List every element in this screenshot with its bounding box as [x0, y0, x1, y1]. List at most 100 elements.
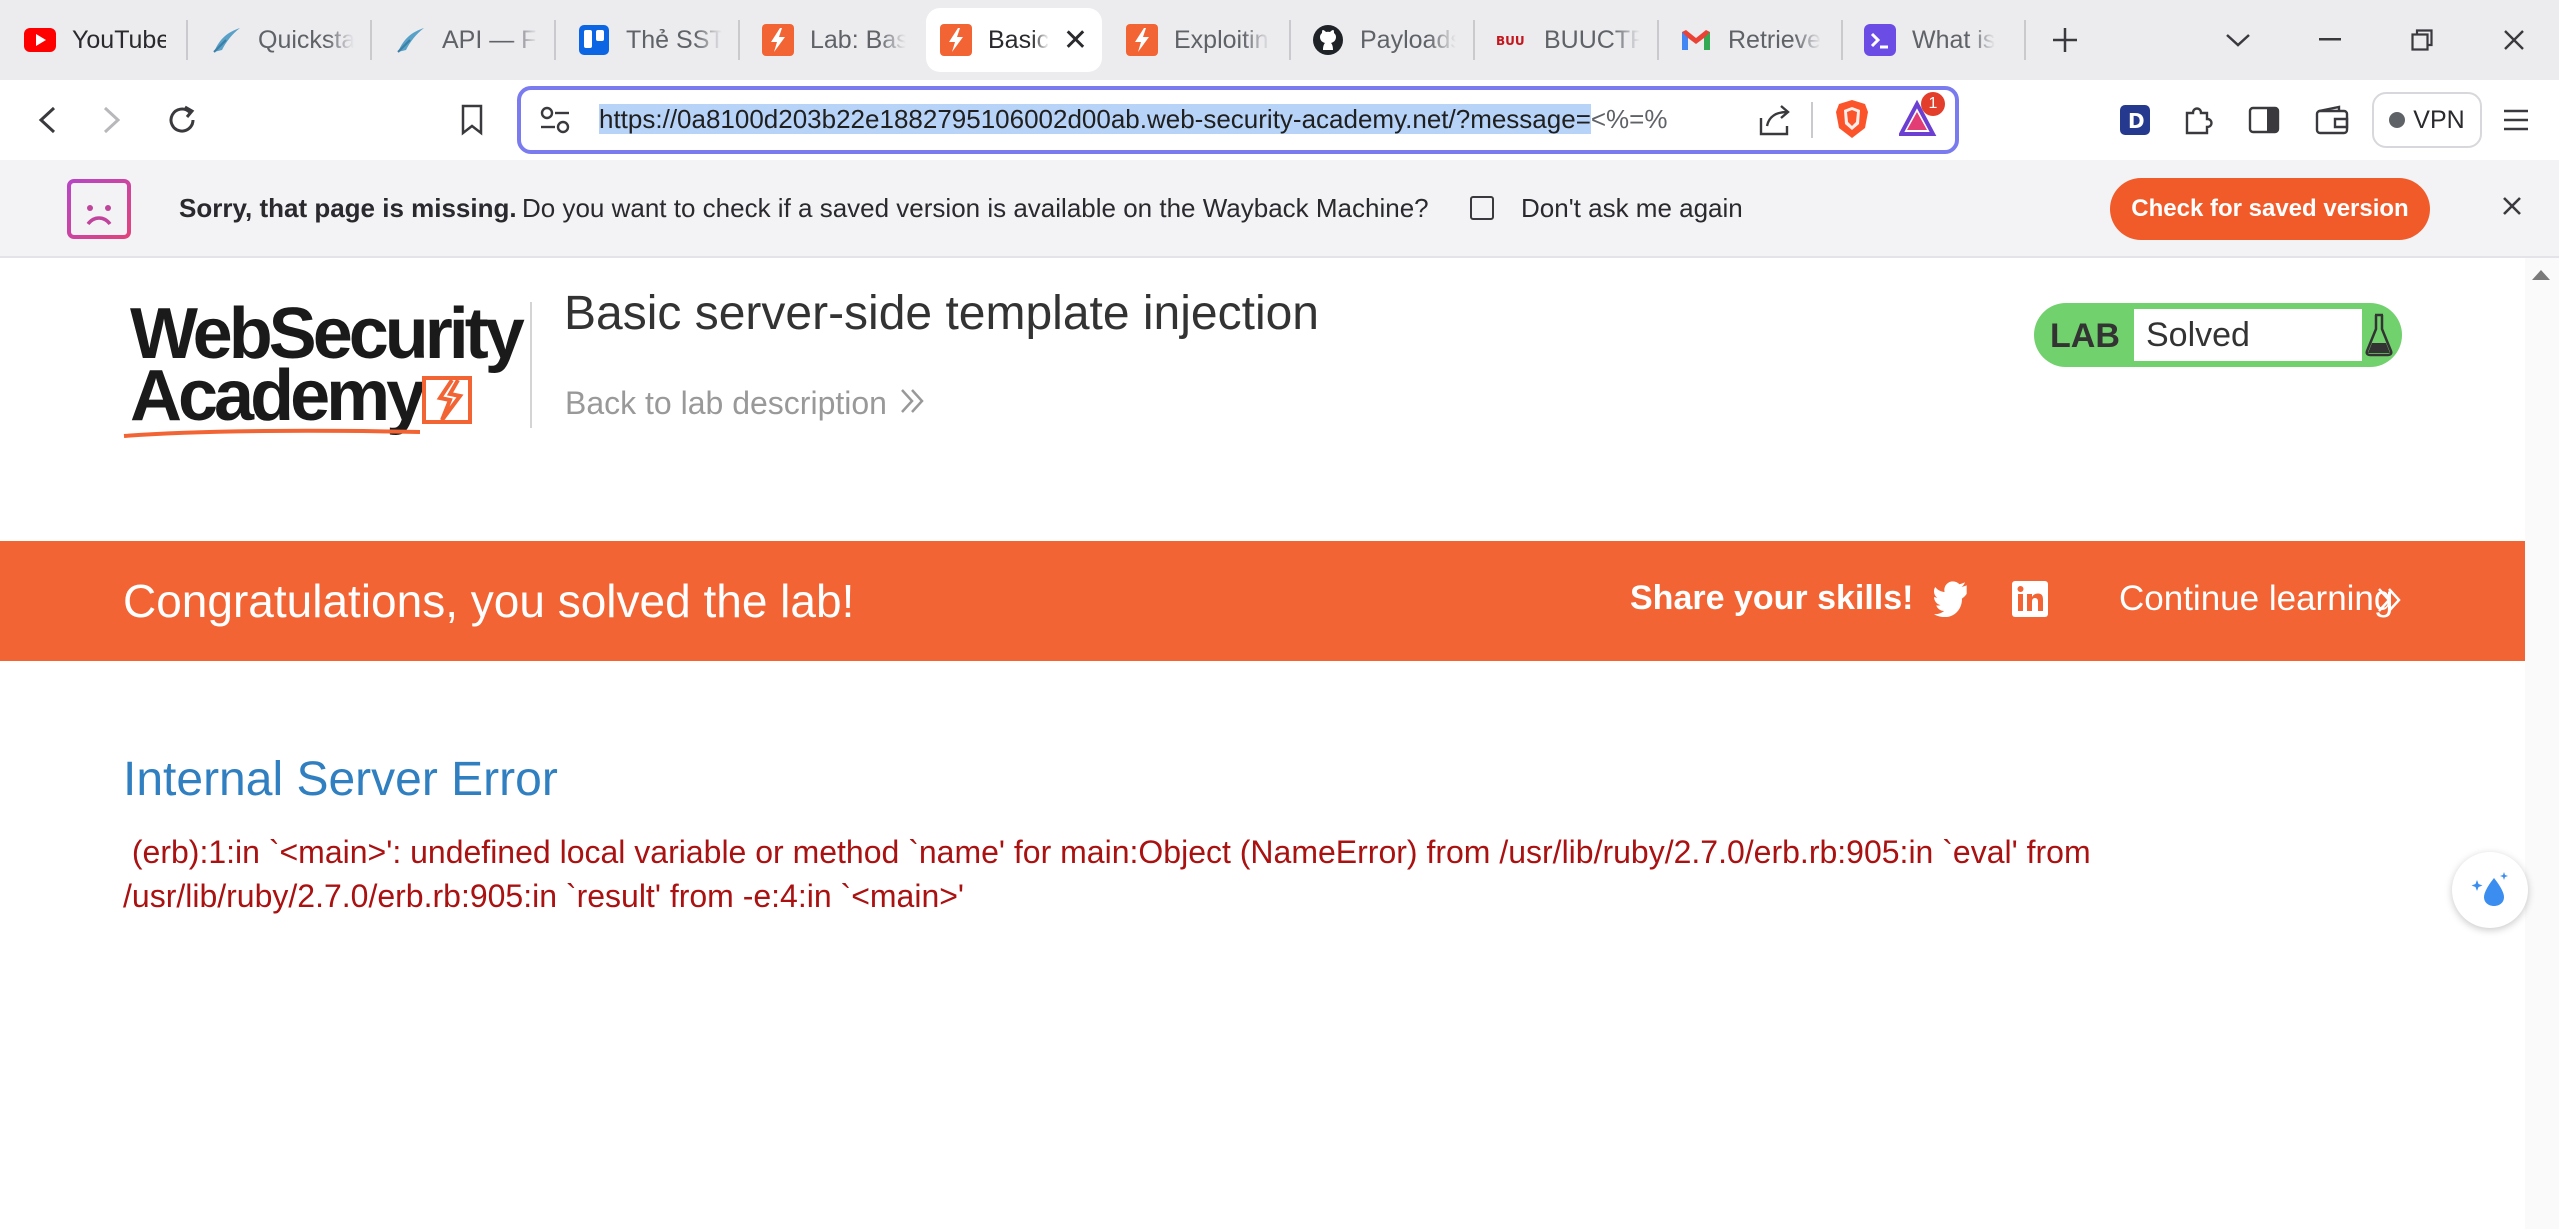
minimize-button[interactable] — [2300, 10, 2360, 70]
main-menu-button[interactable] — [2486, 90, 2546, 150]
tab-list-button[interactable] — [2208, 10, 2268, 70]
tab-youtube[interactable]: YouTube — [10, 8, 180, 72]
infobar-bold-text: Sorry, that page is missing. — [179, 193, 517, 223]
share-skills-label: Share your skills! — [1630, 579, 1914, 617]
share-icon[interactable] — [1757, 102, 1793, 143]
tab-title: Payloads — [1360, 25, 1456, 54]
close-icon — [2503, 197, 2521, 215]
forward-button[interactable] — [82, 90, 142, 150]
tab-strip: YouTube Quickstart API — Flask Thẻ SSTI … — [0, 0, 2559, 80]
site-settings-icon[interactable] — [539, 106, 571, 139]
svg-text:BUU: BUU — [1496, 34, 1525, 48]
solved-banner: Congratulations, you solved the lab! Sha… — [0, 541, 2525, 661]
svg-text:D: D — [2128, 109, 2145, 133]
vpn-status-icon — [2389, 112, 2406, 128]
error-line-1: (erb):1:in `<main>': undefined local var… — [123, 834, 2091, 870]
error-line-2: /usr/lib/ruby/2.7.0/erb.rb:905:in `resul… — [123, 878, 965, 914]
scroll-up-icon[interactable] — [2532, 270, 2550, 280]
sad-page-icon — [66, 178, 132, 240]
new-tab-button[interactable] — [2035, 10, 2095, 70]
back-button[interactable] — [17, 90, 77, 150]
double-chevron-icon — [2376, 585, 2404, 620]
logo-line2: Academy — [130, 356, 426, 436]
check-saved-version-button[interactable]: Check for saved version — [2110, 178, 2430, 240]
tab-title: What is — [1912, 25, 1996, 54]
flask-feather-icon — [210, 24, 242, 56]
address-bar[interactable]: https://0a8100d203b22e1882795106002d00ab… — [517, 86, 1959, 154]
logo-underline-icon — [123, 428, 421, 438]
rewards-badge: 1 — [1921, 92, 1945, 116]
tab-payloads[interactable]: Payloads — [1298, 8, 1470, 72]
continue-learning-link[interactable]: Continue learning — [2119, 579, 2393, 619]
github-icon — [1312, 24, 1344, 56]
header-divider — [530, 302, 532, 428]
flask-feather-icon — [394, 24, 426, 56]
infobar-text: Do you want to check if a saved version … — [522, 193, 1429, 223]
back-to-lab-link[interactable]: Back to lab description — [565, 385, 887, 422]
error-title: Internal Server Error — [123, 753, 558, 806]
urlbar-divider — [1811, 102, 1813, 138]
lab-badge-label: LAB — [2050, 317, 2120, 355]
tab-title: Thẻ SSTI — [626, 25, 722, 54]
web-security-academy-logo[interactable]: WebSecurity Academy — [122, 298, 530, 442]
tab-title: Quickstart — [258, 25, 354, 54]
reload-icon — [169, 105, 195, 133]
tab-what-is[interactable]: What is — [1850, 8, 2022, 72]
arrow-left-icon — [38, 106, 56, 134]
close-icon — [2504, 30, 2524, 50]
tab-the-ssti[interactable]: Thẻ SSTI — [564, 8, 736, 72]
hamburger-menu-icon — [2504, 109, 2528, 131]
brave-shields-icon[interactable] — [1833, 98, 1871, 145]
url-text[interactable]: https://0a8100d203b22e1882795106002d00ab… — [599, 104, 1667, 138]
dont-ask-checkbox[interactable] — [1470, 196, 1494, 220]
page-scrollbar[interactable] — [2525, 258, 2559, 1229]
flask-icon — [2364, 313, 2394, 362]
linkedin-icon[interactable] — [2012, 581, 2048, 622]
tab-retrieve[interactable]: Retrieve — [1666, 8, 1838, 72]
brave-rewards-icon[interactable]: 1 — [1897, 92, 1945, 143]
url-rest: <%=% — [1590, 104, 1668, 134]
tab-basic-active[interactable]: Basic ✕ — [926, 8, 1102, 72]
gmail-icon — [1680, 24, 1712, 56]
portswigger-icon — [940, 24, 972, 56]
floating-sparkle-button[interactable] — [2452, 852, 2528, 928]
bookmark-button[interactable] — [442, 90, 502, 150]
buuctf-icon: BUU — [1496, 24, 1528, 56]
twitter-icon[interactable] — [1934, 581, 1974, 622]
wallet-button[interactable] — [2302, 90, 2362, 150]
tab-title: Lab: Basic — [810, 25, 906, 54]
close-tab-icon[interactable]: ✕ — [1053, 23, 1088, 58]
puzzle-icon — [2185, 107, 2213, 135]
sidebar-icon — [2248, 106, 2280, 134]
youtube-icon — [24, 24, 56, 56]
lab-status-text: Solved — [2134, 307, 2362, 363]
tab-title: BUUCTF — [1544, 25, 1640, 54]
portswigger-icon — [1126, 24, 1158, 56]
reload-button[interactable] — [152, 90, 212, 150]
lab-status-badge: LAB Solved — [2034, 303, 2402, 367]
sidebar-button[interactable] — [2234, 90, 2294, 150]
tab-quickstart[interactable]: Quickstart — [196, 8, 368, 72]
vpn-button[interactable]: VPN — [2372, 92, 2482, 148]
tab-api-flask[interactable]: API — Flask — [380, 8, 552, 72]
restore-button[interactable] — [2392, 10, 2452, 70]
error-message: (erb):1:in `<main>': undefined local var… — [123, 830, 2223, 918]
extension-d-icon: D — [2120, 105, 2150, 135]
infobar-close-button[interactable] — [2490, 184, 2534, 228]
url-selected: https://0a8100d203b22e1882795106002d00ab… — [599, 104, 1591, 134]
droplet-sparkle-icon — [2471, 872, 2508, 906]
extensions-button[interactable] — [2168, 90, 2228, 150]
tab-exploiting[interactable]: Exploiting — [1112, 8, 1284, 72]
plus-icon — [2053, 28, 2077, 52]
dont-ask-label[interactable]: Don't ask me again — [1521, 193, 1743, 224]
tab-title: Retrieve — [1728, 25, 1822, 54]
tab-title: Basic — [988, 25, 1050, 54]
lab-title: Basic server-side template injection — [564, 287, 1319, 340]
tab-lab-basic[interactable]: Lab: Basic — [748, 8, 920, 72]
tab-buuctf[interactable]: BUU BUUCTF — [1482, 8, 1654, 72]
double-chevron-icon — [898, 386, 928, 421]
minimize-icon — [2319, 38, 2341, 41]
portswigger-icon — [762, 24, 794, 56]
extension-d-button[interactable]: D — [2105, 90, 2165, 150]
close-window-button[interactable] — [2484, 10, 2544, 70]
